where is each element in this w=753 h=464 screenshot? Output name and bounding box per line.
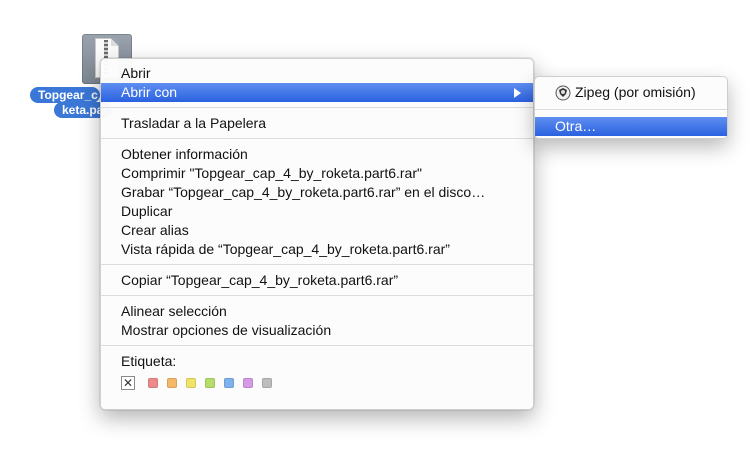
menu-item-compress[interactable]: Comprimir "Topgear_cap_4_by_roketa.part6…	[101, 164, 533, 183]
submenu-item-zipeg[interactable]: Zipeg (por omisión)	[535, 83, 727, 102]
menu-item-move-to-trash[interactable]: Trasladar a la Papelera	[101, 114, 533, 133]
label-blue-swatch[interactable]	[224, 378, 234, 388]
menu-item-open-with[interactable]: Abrir con	[101, 83, 533, 102]
menu-item-duplicate[interactable]: Duplicar	[101, 202, 533, 221]
menu-separator	[101, 138, 533, 139]
menu-separator	[101, 107, 533, 108]
menu-item-open[interactable]: Abrir	[101, 64, 533, 83]
label-gray-swatch[interactable]	[262, 378, 272, 388]
label-green-swatch[interactable]	[205, 378, 215, 388]
submenu-item-other[interactable]: Otra…	[535, 117, 727, 136]
menu-item-show-view-options[interactable]: Mostrar opciones de visualización	[101, 321, 533, 340]
zipeg-icon	[555, 85, 571, 101]
menu-separator	[101, 295, 533, 296]
menu-item-open-with-label: Abrir con	[121, 84, 178, 100]
submenu-arrow-icon	[514, 88, 521, 98]
menu-item-make-alias[interactable]: Crear alias	[101, 221, 533, 240]
label-none-swatch[interactable]: ✕	[121, 376, 135, 390]
open-with-submenu: Zipeg (por omisión) Otra…	[534, 76, 728, 139]
label-yellow-swatch[interactable]	[186, 378, 196, 388]
submenu-item-zipeg-label: Zipeg (por omisión)	[575, 84, 696, 100]
label-heading: Etiqueta:	[121, 353, 177, 369]
menu-separator	[101, 345, 533, 346]
menu-item-copy[interactable]: Copiar “Topgear_cap_4_by_roketa.part6.ra…	[101, 271, 533, 290]
label-orange-swatch[interactable]	[167, 378, 177, 388]
submenu-separator	[535, 109, 727, 110]
context-menu: Abrir Abrir con Trasladar a la Papelera …	[100, 58, 534, 410]
menu-item-get-info[interactable]: Obtener información	[101, 145, 533, 164]
file-name-line-1: Topgear_c	[30, 87, 100, 103]
menu-item-burn[interactable]: Grabar “Topgear_cap_4_by_roketa.part6.ra…	[101, 183, 533, 202]
menu-separator	[101, 264, 533, 265]
menu-item-align-selection[interactable]: Alinear selección	[101, 302, 533, 321]
label-purple-swatch[interactable]	[243, 378, 253, 388]
menu-item-quick-look[interactable]: Vista rápida de “Topgear_cap_4_by_roketa…	[101, 240, 533, 259]
label-red-swatch[interactable]	[148, 378, 158, 388]
